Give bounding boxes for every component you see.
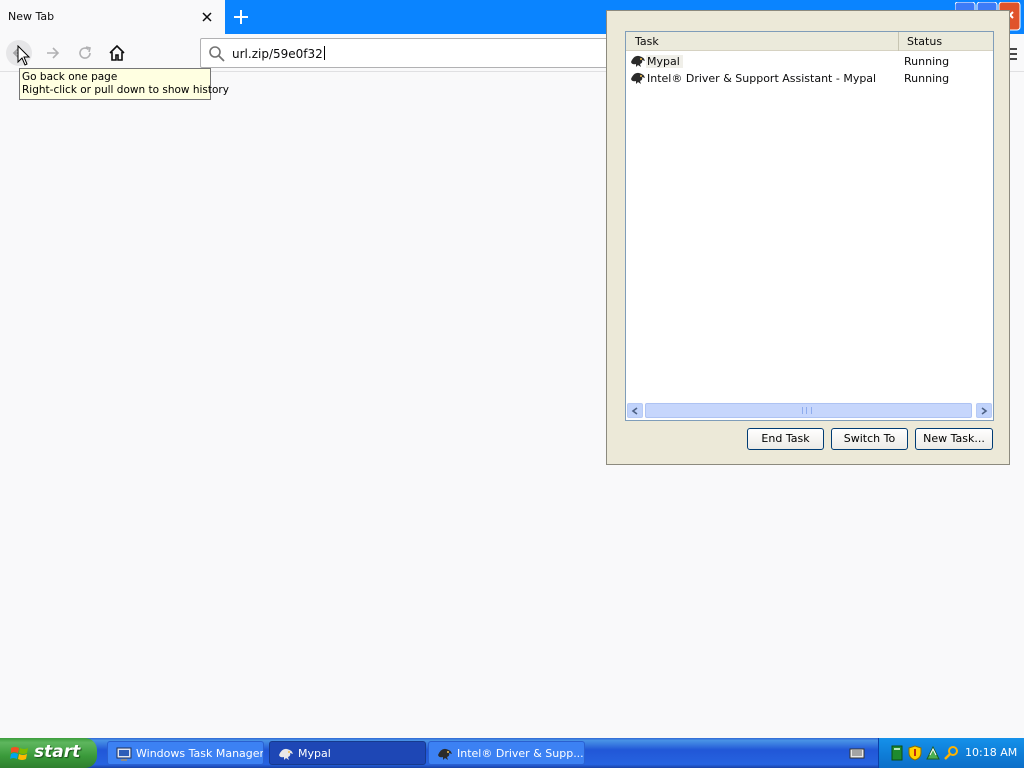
task-status: Running: [904, 55, 950, 68]
mypal-icon: [630, 54, 646, 68]
network-icon[interactable]: [925, 745, 941, 761]
taskbar-button-label: Mypal: [298, 747, 331, 760]
chevron-right-icon: [981, 406, 988, 415]
system-tray: 10:18 AM: [878, 738, 1024, 768]
taskbar-button-intel-dsa[interactable]: Intel® Driver & Supp...: [428, 741, 585, 765]
url-bar[interactable]: url.zip/59e0f32: [200, 38, 620, 68]
new-task-button[interactable]: New Task...: [915, 428, 993, 450]
back-button-tooltip: Go back one page Right-click or pull dow…: [19, 68, 229, 100]
forward-button[interactable]: [40, 40, 66, 66]
scroll-left-button[interactable]: [627, 403, 643, 418]
windows-logo-icon: [10, 745, 30, 766]
task-name: Intel® Driver & Support Assistant - Mypa…: [647, 72, 877, 85]
task-status: Running: [904, 72, 950, 85]
keyboard-icon[interactable]: [849, 745, 865, 764]
taskbar-button-mypal[interactable]: Mypal: [269, 741, 426, 765]
mypal-icon: [278, 746, 294, 762]
home-icon: [109, 44, 125, 61]
search-magnifier-icon[interactable]: [943, 745, 959, 761]
clock: 10:18 AM: [965, 746, 1018, 759]
mypal-icon: [437, 746, 453, 762]
task-name: Mypal: [646, 55, 683, 68]
task-manager-window: Task Status Mypal Running Intel® Driver …: [606, 10, 1010, 465]
forward-arrow-icon: [47, 47, 60, 59]
home-button[interactable]: [104, 40, 130, 66]
start-button[interactable]: start: [0, 738, 97, 768]
reload-icon: [79, 46, 91, 59]
taskbar-button-label: Intel® Driver & Supp...: [457, 747, 584, 760]
task-row[interactable]: Intel® Driver & Support Assistant - Mypa…: [628, 70, 992, 87]
new-tab-plus-icon[interactable]: [230, 6, 252, 28]
reload-button[interactable]: [72, 40, 98, 66]
url-value: url.zip/59e0f32: [232, 47, 323, 61]
scroll-grip: [802, 407, 812, 414]
task-list-header: Task Status: [626, 32, 993, 51]
switch-to-button[interactable]: Switch To: [831, 428, 908, 450]
url-input[interactable]: url.zip/59e0f32: [232, 46, 325, 61]
task-list[interactable]: Task Status Mypal Running Intel® Driver …: [625, 31, 994, 421]
mouse-cursor-icon: [17, 44, 31, 70]
chevron-left-icon: [631, 406, 638, 415]
tooltip-line-1: Go back one page: [22, 71, 118, 83]
start-label: start: [34, 742, 81, 762]
taskbar-button-label: Windows Task Manager: [136, 747, 264, 760]
column-header-task[interactable]: Task: [626, 32, 899, 51]
tab-title: New Tab: [8, 10, 55, 23]
taskbar: start Windows Task Manager Mypal Intel® …: [0, 738, 1024, 768]
tab-new-tab[interactable]: New Tab: [0, 0, 225, 34]
mypal-icon: [630, 71, 646, 85]
task-manager-icon: [116, 746, 132, 762]
scroll-thumb[interactable]: [645, 403, 972, 418]
task-row[interactable]: Mypal Running: [628, 53, 992, 70]
scroll-right-button[interactable]: [976, 403, 992, 418]
search-icon: [208, 45, 226, 66]
column-header-status[interactable]: Status: [899, 32, 993, 51]
green-book-icon[interactable]: [889, 745, 905, 761]
taskbar-button-task-manager[interactable]: Windows Task Manager: [107, 741, 264, 765]
horizontal-scrollbar[interactable]: [626, 402, 993, 419]
text-caret: [323, 46, 325, 60]
security-shield-icon[interactable]: [907, 745, 923, 761]
end-task-button[interactable]: End Task: [747, 428, 824, 450]
tooltip-line-2: Right-click or pull down to show history: [22, 84, 229, 96]
tab-close-icon[interactable]: [198, 8, 216, 26]
